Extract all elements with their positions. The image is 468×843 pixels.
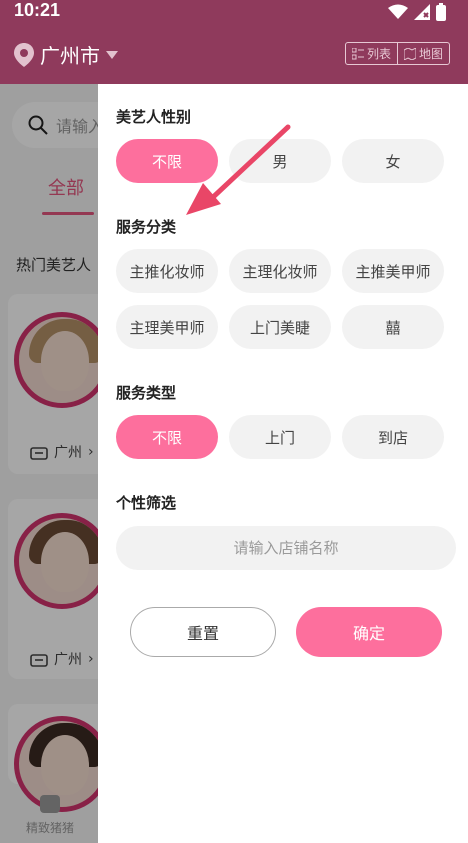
reset-button[interactable]: 重置 (130, 607, 276, 657)
map-icon (403, 47, 416, 60)
list-view-label: 列表 (366, 47, 391, 61)
filter-drawer: 美艺人性别 不限 男 女 服务分类 主推化妆师 主理化妆师 主推美甲师 主理美甲… (98, 84, 468, 843)
gender-option-female[interactable]: 女 (342, 139, 444, 183)
service-type-option-store[interactable]: 到店 (342, 415, 444, 459)
battery-icon (436, 3, 446, 21)
chevron-down-icon (106, 50, 118, 59)
shop-name-input[interactable] (116, 526, 456, 570)
city-name: 广州市 (40, 44, 100, 68)
list-view-button[interactable]: 列表 (346, 43, 397, 64)
service-type-option-home[interactable]: 上门 (229, 415, 331, 459)
top-header: 10:21 广州市 列表 地图 (0, 0, 468, 84)
category-option[interactable]: 主理化妆师 (229, 249, 331, 293)
map-view-button[interactable]: 地图 (396, 43, 449, 64)
personal-filter-section-title: 个性筛选 (116, 494, 177, 512)
category-option[interactable]: 主理美甲师 (116, 305, 218, 349)
category-option[interactable]: 主推美甲师 (342, 249, 444, 293)
gender-option-male[interactable]: 男 (229, 139, 331, 183)
category-option[interactable]: 上门美睫 (229, 305, 331, 349)
category-section-title: 服务分类 (116, 218, 177, 236)
service-type-section-title: 服务类型 (116, 384, 177, 402)
view-toggle: 列表 地图 (344, 42, 450, 65)
gender-section-title: 美艺人性别 (116, 108, 192, 126)
gender-option-any[interactable]: 不限 (116, 139, 218, 183)
list-grid-icon (351, 47, 364, 59)
confirm-button[interactable]: 确定 (296, 607, 442, 657)
category-option[interactable]: 囍 (342, 305, 444, 349)
wifi-icon (388, 4, 408, 19)
status-time: 10:21 (14, 0, 61, 20)
map-view-label: 地图 (418, 47, 443, 61)
city-selector[interactable]: 广州市 (14, 40, 118, 69)
signal-icon (414, 4, 430, 20)
service-type-option-any[interactable]: 不限 (116, 415, 218, 459)
status-icons (388, 3, 446, 21)
category-option[interactable]: 主推化妆师 (116, 249, 218, 293)
location-pin-icon (14, 42, 34, 67)
